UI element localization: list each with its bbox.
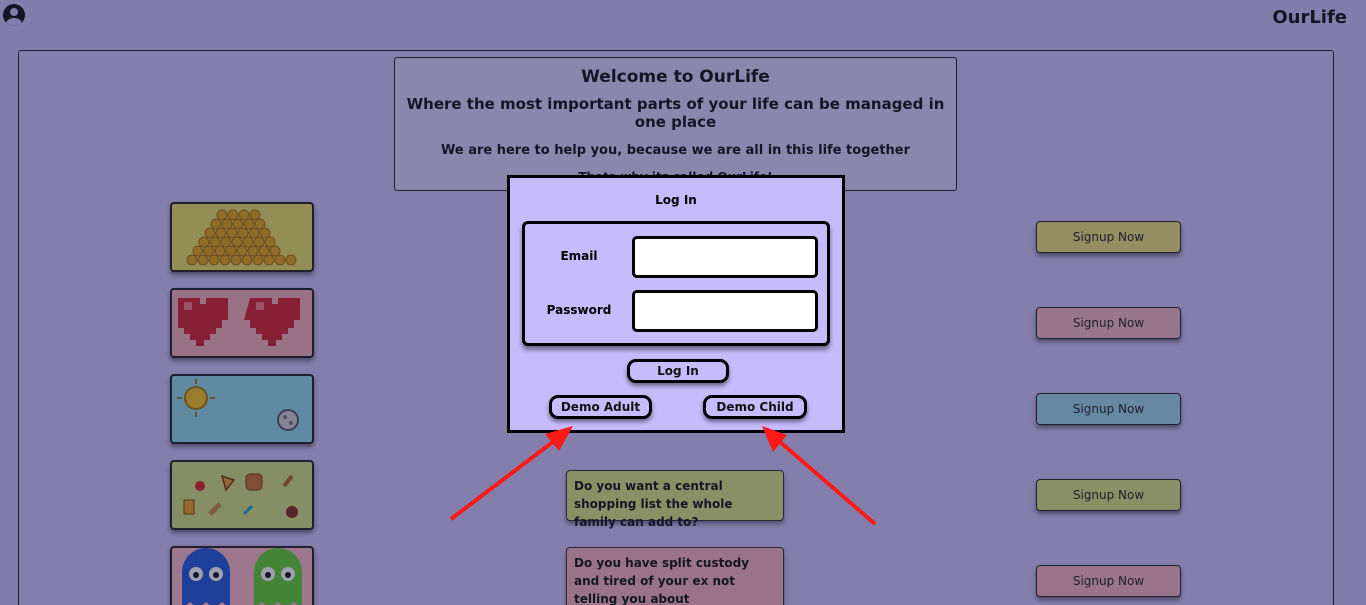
arrow-head-left bbox=[545, 426, 573, 451]
arrow-to-demo-adult bbox=[449, 433, 564, 521]
arrow-to-demo-child bbox=[770, 433, 877, 526]
annotation-arrows bbox=[449, 426, 877, 526]
arrow-head-right bbox=[762, 426, 787, 452]
